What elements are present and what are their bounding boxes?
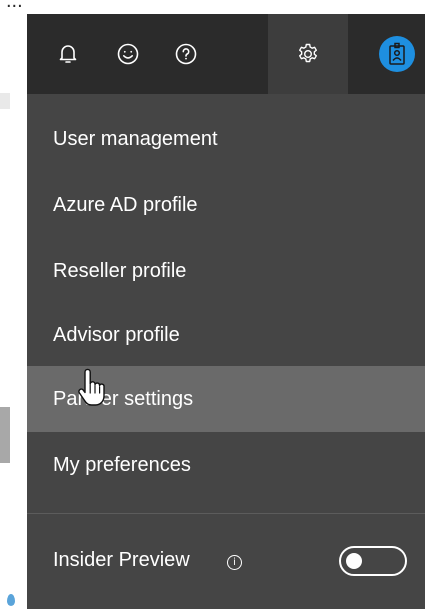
avatar xyxy=(379,36,415,72)
background-band xyxy=(0,93,10,109)
background-page-left-edge xyxy=(0,14,27,609)
background-page-top: ... xyxy=(0,0,425,14)
menu-item-label: User management xyxy=(53,127,218,150)
bell-icon xyxy=(59,45,77,63)
help-icon xyxy=(175,43,197,65)
account-button[interactable] xyxy=(369,14,425,94)
menu-item-azure-ad-profile[interactable]: Azure AD profile xyxy=(27,172,425,238)
menu-item-user-management[interactable]: User management xyxy=(27,106,425,172)
menu-item-partner-settings[interactable]: Partner settings xyxy=(27,366,425,432)
background-page-text: ... xyxy=(6,0,23,12)
notifications-button[interactable] xyxy=(40,14,96,94)
gear-icon xyxy=(299,43,317,63)
menu-item-label: Partner settings xyxy=(53,387,194,410)
menu-item-label: My preferences xyxy=(53,453,191,476)
info-icon[interactable]: i xyxy=(227,555,242,570)
menu-item-label: Advisor profile xyxy=(53,323,180,346)
feedback-button[interactable] xyxy=(100,14,156,94)
menu-item-reseller-profile[interactable]: Reseller profile xyxy=(27,238,425,304)
menu-item-label: Reseller profile xyxy=(53,259,187,282)
menu-item-my-preferences[interactable]: My preferences xyxy=(27,432,425,498)
menu-item-advisor-profile[interactable]: Advisor profile xyxy=(27,302,425,368)
smiley-icon xyxy=(117,43,139,65)
water-drop-icon xyxy=(7,594,15,606)
badge-icon xyxy=(389,42,405,65)
background-band xyxy=(0,407,10,463)
menu-item-label: Azure AD profile xyxy=(53,193,198,216)
settings-button[interactable] xyxy=(268,14,348,94)
settings-menu: User management Azure AD profile Reselle… xyxy=(27,94,425,609)
help-button[interactable] xyxy=(158,14,214,94)
toggle-knob xyxy=(346,553,362,569)
header-bar xyxy=(27,14,425,94)
insider-preview-row: Insider Preview i xyxy=(27,514,425,609)
insider-preview-label: Insider Preview xyxy=(53,549,190,571)
insider-preview-toggle[interactable] xyxy=(339,546,407,576)
